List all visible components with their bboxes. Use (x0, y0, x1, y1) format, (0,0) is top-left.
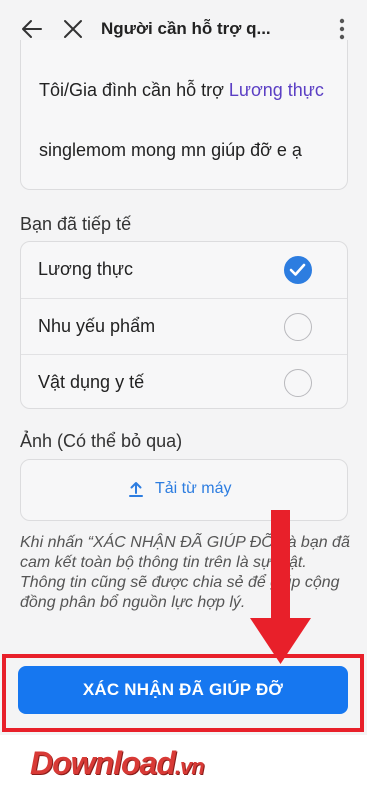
watermark-tld: .vn (174, 754, 205, 779)
watermark-brand: Download (30, 745, 176, 781)
annotation-arrow (250, 510, 311, 664)
watermark-logo: Download.vn (30, 745, 205, 782)
